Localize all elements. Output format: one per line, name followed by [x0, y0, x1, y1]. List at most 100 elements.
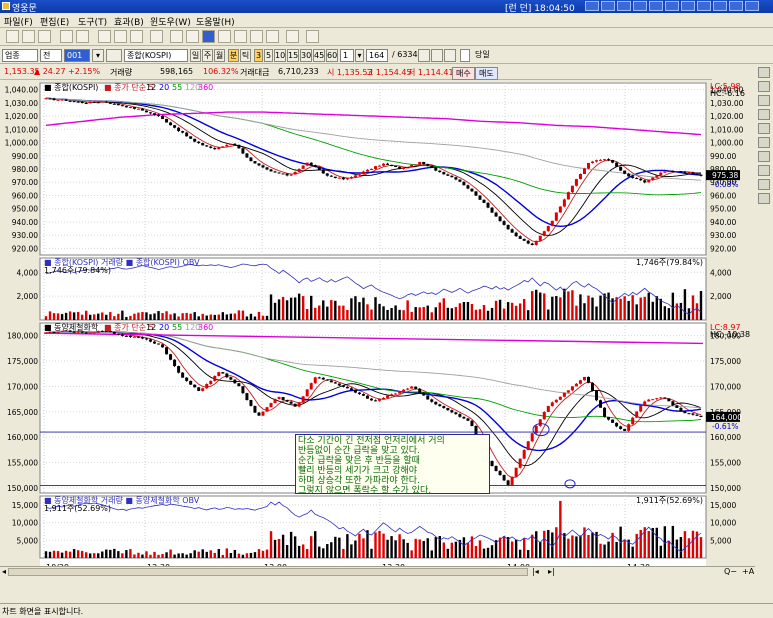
- save-icon[interactable]: [38, 30, 51, 43]
- layout-c-icon[interactable]: [250, 30, 263, 43]
- period-day[interactable]: 일: [190, 49, 201, 62]
- volume-bar: [354, 540, 357, 558]
- layout-d-icon[interactable]: [266, 30, 279, 43]
- volume-bar: [510, 541, 514, 558]
- home-icon[interactable]: [585, 1, 599, 11]
- window-5-button[interactable]: [665, 1, 679, 11]
- close-button[interactable]: [745, 1, 759, 11]
- menu-effect[interactable]: 효과(B): [114, 15, 144, 28]
- bars-shown-input[interactable]: 164: [366, 49, 388, 62]
- zoom-in-icon[interactable]: +A: [742, 567, 754, 577]
- menu-file[interactable]: 파일(F): [4, 15, 33, 28]
- undo-icon[interactable]: [60, 30, 73, 43]
- candle: [510, 476, 514, 486]
- period-minute[interactable]: 분: [228, 49, 239, 62]
- volume-bar: [454, 307, 458, 320]
- menu-tools[interactable]: 도구(T): [78, 15, 107, 28]
- volume-bar: [579, 535, 582, 558]
- candle: [566, 390, 570, 393]
- tools-icon[interactable]: [286, 30, 299, 43]
- candle: [48, 98, 52, 100]
- period-week[interactable]: 주: [202, 49, 213, 62]
- minimize-button[interactable]: [713, 1, 727, 11]
- y-tick-right: 1,030.00: [710, 99, 744, 108]
- chart-layout-icon[interactable]: [202, 30, 215, 43]
- buy-button[interactable]: 매수: [452, 67, 475, 80]
- interval-45[interactable]: 45: [313, 49, 325, 62]
- open-icon[interactable]: [22, 30, 35, 43]
- volume-bar: [599, 543, 602, 558]
- print-icon[interactable]: [170, 30, 183, 43]
- select-tool-icon[interactable]: [758, 67, 770, 78]
- indicator-icon[interactable]: [444, 49, 456, 62]
- interval-5[interactable]: 5: [264, 49, 273, 62]
- candle: [466, 418, 470, 421]
- chart-area[interactable]: 1,040.00 1,040.001,030.00 1,030.001,020.00…: [0, 80, 773, 580]
- candle: [578, 380, 582, 384]
- y-tick-right: 4,000: [710, 268, 732, 277]
- market-select[interactable]: 업종: [2, 49, 38, 62]
- y-tick-left: 970.00: [12, 178, 38, 187]
- volume-bar: [390, 536, 393, 558]
- volume-bar: [60, 552, 64, 558]
- paste-icon[interactable]: [130, 30, 143, 43]
- code-input[interactable]: 001: [64, 49, 90, 62]
- copy-icon[interactable]: [114, 30, 127, 43]
- dropdown-icon[interactable]: ▾: [92, 49, 104, 62]
- interval-60[interactable]: 60: [326, 49, 338, 62]
- preview-icon[interactable]: [186, 30, 199, 43]
- layout-b-icon[interactable]: [234, 30, 247, 43]
- candle: [627, 424, 631, 431]
- interval-3[interactable]: 3: [254, 49, 263, 62]
- volume-bar: [165, 552, 168, 558]
- count-dropdown-icon[interactable]: ▾: [355, 49, 364, 62]
- grid-icon[interactable]: [150, 30, 163, 43]
- window-3-button[interactable]: [633, 1, 647, 11]
- menu-window[interactable]: 윈도우(W): [150, 15, 191, 28]
- volume-bar: [695, 303, 699, 320]
- scroll-end-left-icon[interactable]: |◂: [532, 567, 539, 577]
- zoom-icon[interactable]: [418, 49, 430, 62]
- volume-bar: [233, 313, 237, 320]
- layout-a-icon[interactable]: [218, 30, 231, 43]
- horizontal-scrollbar[interactable]: ◂ |◂ ▸| Q− +A: [0, 566, 755, 577]
- menu-help[interactable]: 도움말(H): [196, 15, 235, 28]
- scroll-thumb[interactable]: [8, 568, 528, 576]
- menu-edit[interactable]: 편집(E): [40, 15, 69, 28]
- sell-button[interactable]: 매도: [475, 67, 498, 80]
- period-select[interactable]: 전: [40, 49, 62, 62]
- cut-icon[interactable]: [98, 30, 111, 43]
- volume-bar: [522, 298, 526, 320]
- window-6-button[interactable]: [681, 1, 695, 11]
- zoom-out-icon[interactable]: Q−: [724, 567, 737, 577]
- window-2-button[interactable]: [617, 1, 631, 11]
- period-tick[interactable]: 틱: [240, 49, 251, 62]
- today-checkbox[interactable]: [460, 49, 470, 62]
- interval-30[interactable]: 30: [300, 49, 312, 62]
- volume-bar: [575, 305, 578, 320]
- candle: [112, 103, 116, 105]
- window-4-button[interactable]: [649, 1, 663, 11]
- count-input[interactable]: 1: [340, 49, 354, 62]
- volume-bar: [201, 313, 204, 320]
- interval-15[interactable]: 15: [287, 49, 299, 62]
- candle: [554, 399, 558, 403]
- volume-bar: [117, 551, 120, 558]
- search-icon[interactable]: [106, 49, 122, 62]
- volume-bar: [603, 293, 606, 320]
- window-7-button[interactable]: [697, 1, 711, 11]
- redo-icon[interactable]: [76, 30, 89, 43]
- volume-bar: [631, 546, 634, 558]
- link-icon[interactable]: [306, 30, 319, 43]
- candle: [165, 118, 169, 123]
- volume-bar: [651, 301, 654, 320]
- period-month[interactable]: 월: [214, 49, 225, 62]
- new-icon[interactable]: [6, 30, 19, 43]
- window-1-button[interactable]: [601, 1, 615, 11]
- scroll-left-icon[interactable]: ◂: [2, 567, 6, 577]
- maximize-button[interactable]: [729, 1, 743, 11]
- candle: [285, 173, 289, 176]
- config-icon[interactable]: [431, 49, 443, 62]
- interval-10[interactable]: 10: [274, 49, 286, 62]
- scroll-end-right-icon[interactable]: ▸|: [548, 567, 555, 577]
